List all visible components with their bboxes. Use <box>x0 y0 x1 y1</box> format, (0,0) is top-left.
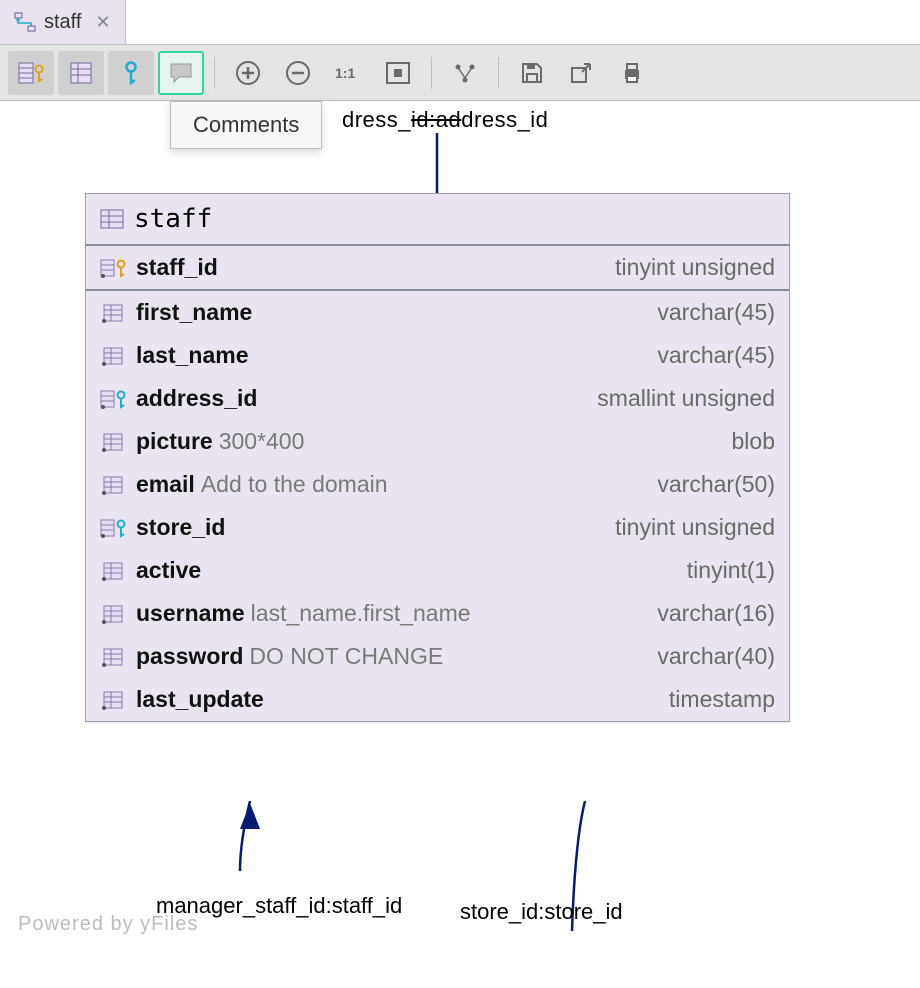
table-icon <box>100 209 124 229</box>
entity-header[interactable]: staff <box>86 194 789 246</box>
column-row[interactable]: last_name varchar(45) <box>86 334 789 377</box>
toolbar-separator <box>214 57 215 89</box>
column-row[interactable]: store_id tinyint unsigned <box>86 506 789 549</box>
tab-staff[interactable]: staff ✕ <box>0 0 126 44</box>
column-type: timestamp <box>669 686 775 713</box>
watermark: Powered by yFiles <box>18 913 198 936</box>
column-row[interactable]: active tinyint(1) <box>86 549 789 592</box>
column-name: first_name <box>136 299 252 326</box>
column-name: last_name <box>136 342 249 369</box>
column-name: active <box>136 557 201 584</box>
column-name: store_id <box>136 514 225 541</box>
column-type: varchar(45) <box>657 342 775 369</box>
tab-bar: staff ✕ <box>0 0 920 45</box>
column-row[interactable]: first_name varchar(45) <box>86 291 789 334</box>
column-row[interactable]: passwordDO NOT CHANGE varchar(40) <box>86 635 789 678</box>
column-comment: Add to the domain <box>201 471 388 498</box>
column-row[interactable]: address_id smallint unsigned <box>86 377 789 420</box>
toolbar: 1:1 Comments <box>0 45 920 101</box>
column-row[interactable]: last_update timestamp <box>86 678 789 721</box>
diagram-tab-icon <box>14 12 36 32</box>
column-col-icon <box>100 560 128 582</box>
column-pk-icon <box>100 257 128 279</box>
column-name: last_update <box>136 686 264 713</box>
actual-size-button[interactable]: 1:1 <box>325 51 371 95</box>
toolbar-separator <box>431 57 432 89</box>
column-fk-icon <box>100 517 128 539</box>
column-row[interactable]: emailAdd to the domain varchar(50) <box>86 463 789 506</box>
column-type: varchar(50) <box>657 471 775 498</box>
close-icon[interactable]: ✕ <box>95 12 110 33</box>
relation-label-top: dress_id:address_id <box>342 107 548 133</box>
column-row[interactable]: staff_id tinyint unsigned <box>86 246 789 291</box>
save-button[interactable] <box>509 51 555 95</box>
toolbar-separator <box>498 57 499 89</box>
column-name: email <box>136 471 195 498</box>
column-col-icon <box>100 474 128 496</box>
zoom-in-button[interactable] <box>225 51 271 95</box>
print-button[interactable] <box>609 51 655 95</box>
view-columns-key-button[interactable] <box>8 51 54 95</box>
tooltip: Comments <box>170 101 322 149</box>
column-name: password <box>136 643 243 670</box>
comments-button[interactable] <box>158 51 204 95</box>
column-col-icon <box>100 646 128 668</box>
column-col-icon <box>100 302 128 324</box>
column-row[interactable]: usernamelast_name.first_name varchar(16) <box>86 592 789 635</box>
column-name: picture <box>136 428 213 455</box>
column-fk-icon <box>100 388 128 410</box>
view-columns-button[interactable] <box>58 51 104 95</box>
zoom-out-button[interactable] <box>275 51 321 95</box>
column-type: tinyint unsigned <box>615 514 775 541</box>
column-name: address_id <box>136 385 257 412</box>
column-type: tinyint(1) <box>687 557 775 584</box>
tab-label: staff <box>44 11 81 34</box>
column-col-icon <box>100 603 128 625</box>
column-comment: DO NOT CHANGE <box>249 643 443 670</box>
diagram-canvas[interactable]: dress_id:address_id staff staff_idtinyin… <box>0 101 920 988</box>
entity-staff[interactable]: staff staff_idtinyint unsignedfirst_name… <box>85 193 790 722</box>
layout-button[interactable] <box>442 51 488 95</box>
relation-label-bottom-right: store_id:store_id <box>460 899 623 925</box>
export-button[interactable] <box>559 51 605 95</box>
column-comment: last_name.first_name <box>251 600 471 627</box>
column-type: smallint unsigned <box>597 385 775 412</box>
column-row[interactable]: picture300*400 blob <box>86 420 789 463</box>
column-type: varchar(16) <box>657 600 775 627</box>
column-type: tinyint unsigned <box>615 254 775 281</box>
column-name: username <box>136 600 245 627</box>
column-col-icon <box>100 431 128 453</box>
key-button[interactable] <box>108 51 154 95</box>
entity-name: staff <box>134 204 212 234</box>
fit-content-button[interactable] <box>375 51 421 95</box>
column-col-icon <box>100 689 128 711</box>
tooltip-text: Comments <box>193 112 299 137</box>
svg-text:1:1: 1:1 <box>335 65 355 81</box>
column-name: staff_id <box>136 254 218 281</box>
column-type: varchar(45) <box>657 299 775 326</box>
column-comment: 300*400 <box>219 428 305 455</box>
column-type: varchar(40) <box>657 643 775 670</box>
column-type: blob <box>732 428 775 455</box>
column-col-icon <box>100 345 128 367</box>
